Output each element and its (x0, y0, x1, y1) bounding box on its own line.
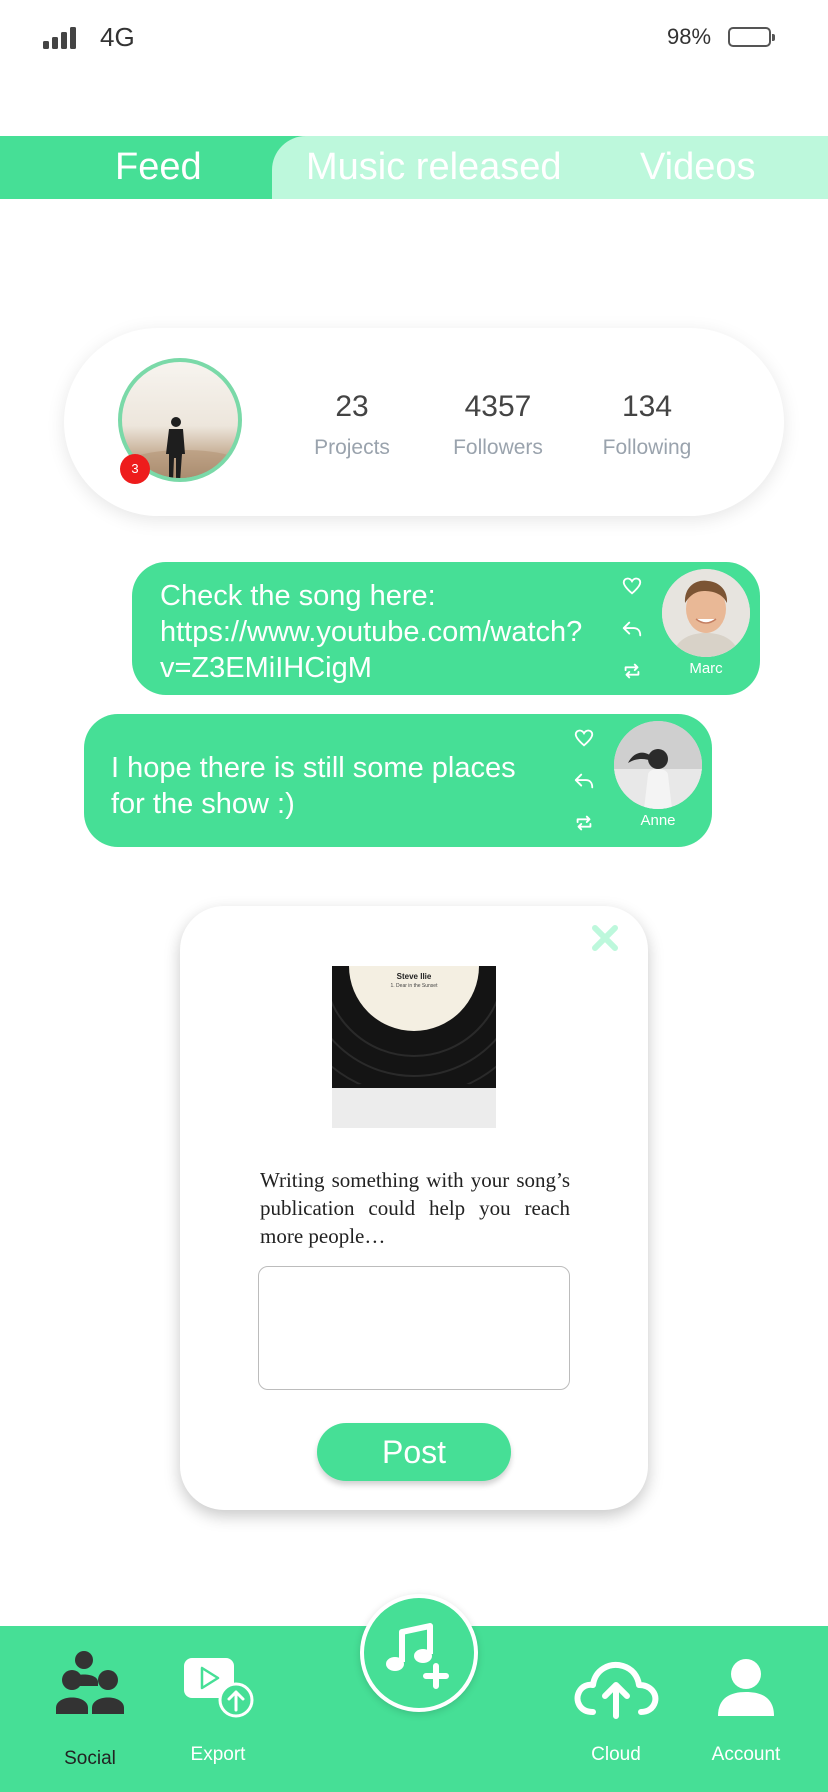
tab-bar: Feed Music released Videos (0, 136, 828, 199)
profile-card: 3 23 Projects 4357 Followers 134 Followi… (64, 328, 784, 516)
stat-followers-value: 4357 (464, 390, 532, 423)
post-button[interactable]: Post (317, 1423, 511, 1481)
cloud-upload-icon (574, 1662, 659, 1719)
stat-projects-value: 23 (335, 390, 369, 423)
tab-music-released[interactable]: Music released (306, 136, 562, 199)
nav-export[interactable]: Export (158, 1648, 278, 1778)
stat-followers[interactable]: 4357 Followers (428, 390, 568, 460)
reply-icon[interactable] (621, 618, 643, 640)
stat-following-label: Following (602, 436, 692, 459)
notification-badge: 3 (120, 454, 150, 484)
battery-percentage: 98% (667, 24, 712, 49)
message-text: I hope there is still some places for th… (111, 752, 516, 820)
heart-icon[interactable] (621, 575, 643, 597)
tab-feed[interactable]: Feed (115, 136, 202, 199)
album-title: Steve Ilie (396, 972, 432, 981)
export-icon (184, 1658, 254, 1718)
nav-export-label: Export (190, 1744, 246, 1765)
marc-avatar[interactable] (662, 569, 750, 657)
repost-icon[interactable] (621, 660, 643, 682)
status-bar: 4G 98% (0, 0, 828, 80)
nav-social-label: Social (64, 1748, 116, 1769)
app-screen: 4G 98% Feed Music released Videos 3 23 P… (0, 0, 828, 1792)
signal-icon (43, 27, 77, 49)
tab-videos[interactable]: Videos (640, 136, 756, 199)
add-music-button[interactable] (360, 1594, 478, 1712)
repost-icon[interactable] (573, 812, 595, 834)
stat-projects[interactable]: 23 Projects (282, 390, 422, 460)
heart-icon[interactable] (573, 727, 595, 749)
stat-projects-label: Projects (314, 436, 390, 459)
music-add-icon (386, 1623, 449, 1689)
close-icon[interactable] (590, 923, 620, 953)
anne-avatar[interactable] (614, 721, 702, 809)
nav-account[interactable]: Account (686, 1648, 806, 1778)
message-bubble-anne: I hope there is still some places for th… (84, 714, 712, 847)
message-author: Anne (640, 812, 676, 829)
stat-followers-label: Followers (453, 436, 543, 459)
nav-cloud[interactable]: Cloud (556, 1648, 676, 1778)
message-text: Check the song here: https://www.youtube… (160, 580, 583, 684)
nav-account-label: Account (711, 1744, 781, 1765)
post-text-input[interactable] (258, 1266, 570, 1390)
reply-icon[interactable] (573, 770, 595, 792)
publish-modal: Steve Ilie 1. Dear in the Sunset Writing… (180, 906, 648, 1510)
modal-hint-text: Writing something with your song’s publi… (260, 1168, 570, 1248)
stat-following-value: 134 (621, 390, 673, 423)
person-icon (718, 1659, 774, 1716)
nav-social[interactable]: Social (30, 1648, 150, 1778)
album-subtitle: 1. Dear in the Sunset (390, 983, 438, 989)
message-bubble-marc: Check the song here: https://www.youtube… (132, 562, 760, 695)
stat-following[interactable]: 134 Following (577, 390, 717, 460)
album-cover: Steve Ilie 1. Dear in the Sunset (332, 966, 496, 1128)
nav-cloud-label: Cloud (591, 1744, 641, 1765)
message-author: Marc (689, 660, 723, 677)
battery-icon (728, 27, 775, 47)
people-icon (56, 1651, 124, 1714)
network-type: 4G (100, 22, 135, 52)
